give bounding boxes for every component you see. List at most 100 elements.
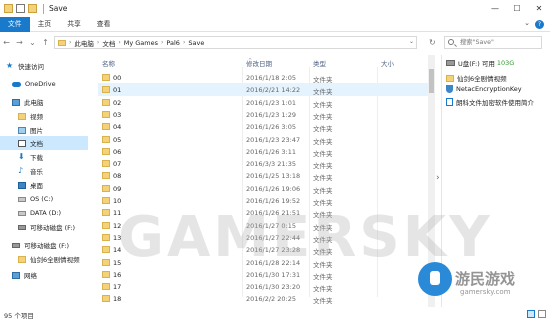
close-button[interactable]: ✕ <box>528 0 550 17</box>
help-button[interactable]: ? <box>535 20 544 29</box>
column-headers: ^ 名称 修改日期 类型 大小 <box>98 55 438 68</box>
breadcrumb-documents[interactable]: 文档 <box>102 38 115 48</box>
sidebar-item-label: 桌面 <box>30 182 43 190</box>
folder-icon <box>102 147 110 155</box>
sidebar-item-data-d[interactable]: DATA (D:) <box>18 206 61 220</box>
chevron-down-icon[interactable]: ⌄ <box>524 19 530 27</box>
details-view-icon[interactable] <box>527 310 535 318</box>
sidebar-item-removable-f-root[interactable]: 可移动磁盘 (F:) <box>12 238 69 252</box>
file-name: 03 <box>113 110 122 119</box>
file-row[interactable]: 17 2016/1/30 23:20 文件夹 <box>98 280 428 293</box>
tab-share[interactable]: 共享 <box>59 17 89 32</box>
file-date: 2016/2/21 14:22 <box>246 86 301 95</box>
file-date: 2016/2/2 20:25 <box>246 295 296 304</box>
folder-icon <box>102 258 110 266</box>
sidebar-item-label: 可移动磁盘 (F:) <box>30 224 76 232</box>
sidebar-item-onedrive[interactable]: OneDrive <box>12 77 56 91</box>
large-icons-view-icon[interactable] <box>538 310 546 318</box>
sidebar-item-label: OneDrive <box>25 80 56 88</box>
breadcrumb-this-pc[interactable]: 此电脑 <box>74 38 94 48</box>
pane-item-video-folder[interactable]: 仙剑6全剧情视频 <box>446 73 507 83</box>
file-date: 2016/1/25 13:18 <box>246 172 301 181</box>
sidebar-item-label: 快速访问 <box>18 63 44 71</box>
file-date: 2016/1/26 3:05 <box>246 123 296 132</box>
up-button[interactable]: ↑ <box>39 36 52 49</box>
properties-icon[interactable] <box>16 4 25 13</box>
forward-button[interactable]: → <box>13 36 26 49</box>
folder-icon <box>102 295 110 303</box>
file-row[interactable]: 05 2016/1/23 23:47 文件夹 <box>98 133 428 146</box>
breadcrumb-my-games[interactable]: My Games <box>124 39 158 47</box>
file-name: 01 <box>113 86 122 95</box>
folder-icon <box>18 255 26 263</box>
file-row[interactable]: 01 2016/2/21 14:22 文件夹 <box>98 83 428 97</box>
sidebar-item-network[interactable]: 网络 <box>12 268 37 282</box>
title-bar: Save — ☐ ✕ <box>0 0 550 17</box>
file-row[interactable]: 04 2016/1/26 3:05 文件夹 <box>98 120 428 133</box>
sidebar-item-pictures[interactable]: 图片 <box>18 123 43 137</box>
pictures-icon <box>18 126 26 134</box>
breadcrumb-save[interactable]: Save <box>188 39 204 47</box>
file-row[interactable]: 08 2016/1/25 13:18 文件夹 <box>98 169 428 182</box>
back-button[interactable]: ← <box>0 36 13 49</box>
sidebar-item-desktop[interactable]: 桌面 <box>18 178 43 192</box>
documents-icon <box>18 139 26 147</box>
file-name: 08 <box>113 172 122 181</box>
navigation-bar: ← → ⌄ ↑ › 此电脑 › 文档 › My Games › Pal6 › S… <box>0 34 550 51</box>
address-bar[interactable]: › 此电脑 › 文档 › My Games › Pal6 › Save ⌄ <box>54 36 417 49</box>
file-row[interactable]: 02 2016/1/23 1:01 文件夹 <box>98 96 428 109</box>
tab-view[interactable]: 查看 <box>89 17 119 32</box>
search-input[interactable]: 搜索"Save" <box>444 36 542 49</box>
folder-icon <box>102 184 110 192</box>
computer-icon <box>12 98 20 106</box>
sidebar-item-label: DATA (D:) <box>30 209 62 217</box>
pane-item-guide[interactable]: 朗科文件加密软件使用简介 <box>446 97 534 107</box>
file-row[interactable]: 09 2016/1/26 19:06 文件夹 <box>98 182 428 195</box>
folder-icon[interactable] <box>4 4 13 13</box>
recent-locations-button[interactable]: ⌄ <box>26 36 39 49</box>
minimize-button[interactable]: — <box>484 0 506 17</box>
file-row[interactable]: 03 2016/1/23 1:29 文件夹 <box>98 108 428 121</box>
tab-home[interactable]: 主页 <box>30 17 60 32</box>
sidebar-item-xianjian-video[interactable]: 仙剑6全剧情视频 <box>18 252 80 266</box>
tab-file[interactable]: 文件 <box>0 16 30 32</box>
column-header-name[interactable]: 名称 <box>102 58 115 68</box>
sidebar-item-removable-f[interactable]: 可移动磁盘 (F:) <box>18 220 75 234</box>
pane-drive-header: U盘(F:) 可用 103G <box>446 58 514 68</box>
window-title: Save <box>49 4 68 13</box>
folder-icon <box>102 233 110 241</box>
file-row[interactable]: 07 2016/3/3 21:35 文件夹 <box>98 157 428 170</box>
sidebar-item-quick-access[interactable]: ★ 快速访问 <box>6 59 44 73</box>
folder-icon <box>102 172 110 180</box>
chevron-right-icon: › <box>69 39 72 46</box>
pane-item-label: 仙剑6全剧情视频 <box>457 75 507 83</box>
sidebar-item-music[interactable]: ♪ 音乐 <box>18 164 43 178</box>
new-folder-icon[interactable] <box>28 4 37 13</box>
chevron-right-icon[interactable]: › <box>436 173 440 183</box>
sidebar-item-videos[interactable]: 视频 <box>18 109 43 123</box>
scrollbar-thumb[interactable] <box>429 69 434 93</box>
pane-item-encryption-key[interactable]: NetacEncryptionKey <box>446 85 522 93</box>
shield-icon <box>446 85 453 93</box>
sidebar-item-os-c[interactable]: OS (C:) <box>18 192 53 206</box>
file-row[interactable]: 06 2016/1/26 3:11 文件夹 <box>98 145 428 158</box>
divider <box>43 3 44 14</box>
maximize-button[interactable]: ☐ <box>506 0 528 17</box>
column-header-date[interactable]: 修改日期 <box>246 58 272 68</box>
watermark-url: gamersky.com <box>460 288 511 296</box>
file-type: 文件夹 <box>313 297 333 306</box>
file-row[interactable]: 18 2016/2/2 20:25 文件夹 <box>98 292 428 305</box>
breadcrumb-pal6[interactable]: Pal6 <box>166 39 180 47</box>
folder-icon <box>102 209 110 217</box>
folder-icon <box>102 270 110 278</box>
sidebar-item-downloads[interactable]: ⬇ 下载 <box>18 150 43 164</box>
document-icon <box>446 98 453 106</box>
folder-icon <box>102 197 110 204</box>
sidebar-item-documents[interactable]: 文档 <box>0 136 88 150</box>
file-row[interactable]: 00 2016/1/18 2:05 文件夹 <box>98 71 428 84</box>
refresh-icon[interactable]: ↻ <box>429 38 436 47</box>
column-header-type[interactable]: 类型 <box>313 58 326 68</box>
column-header-size[interactable]: 大小 <box>381 58 394 68</box>
address-dropdown-button[interactable]: ⌄ <box>409 38 414 45</box>
sidebar-item-this-pc[interactable]: 此电脑 <box>12 95 44 109</box>
